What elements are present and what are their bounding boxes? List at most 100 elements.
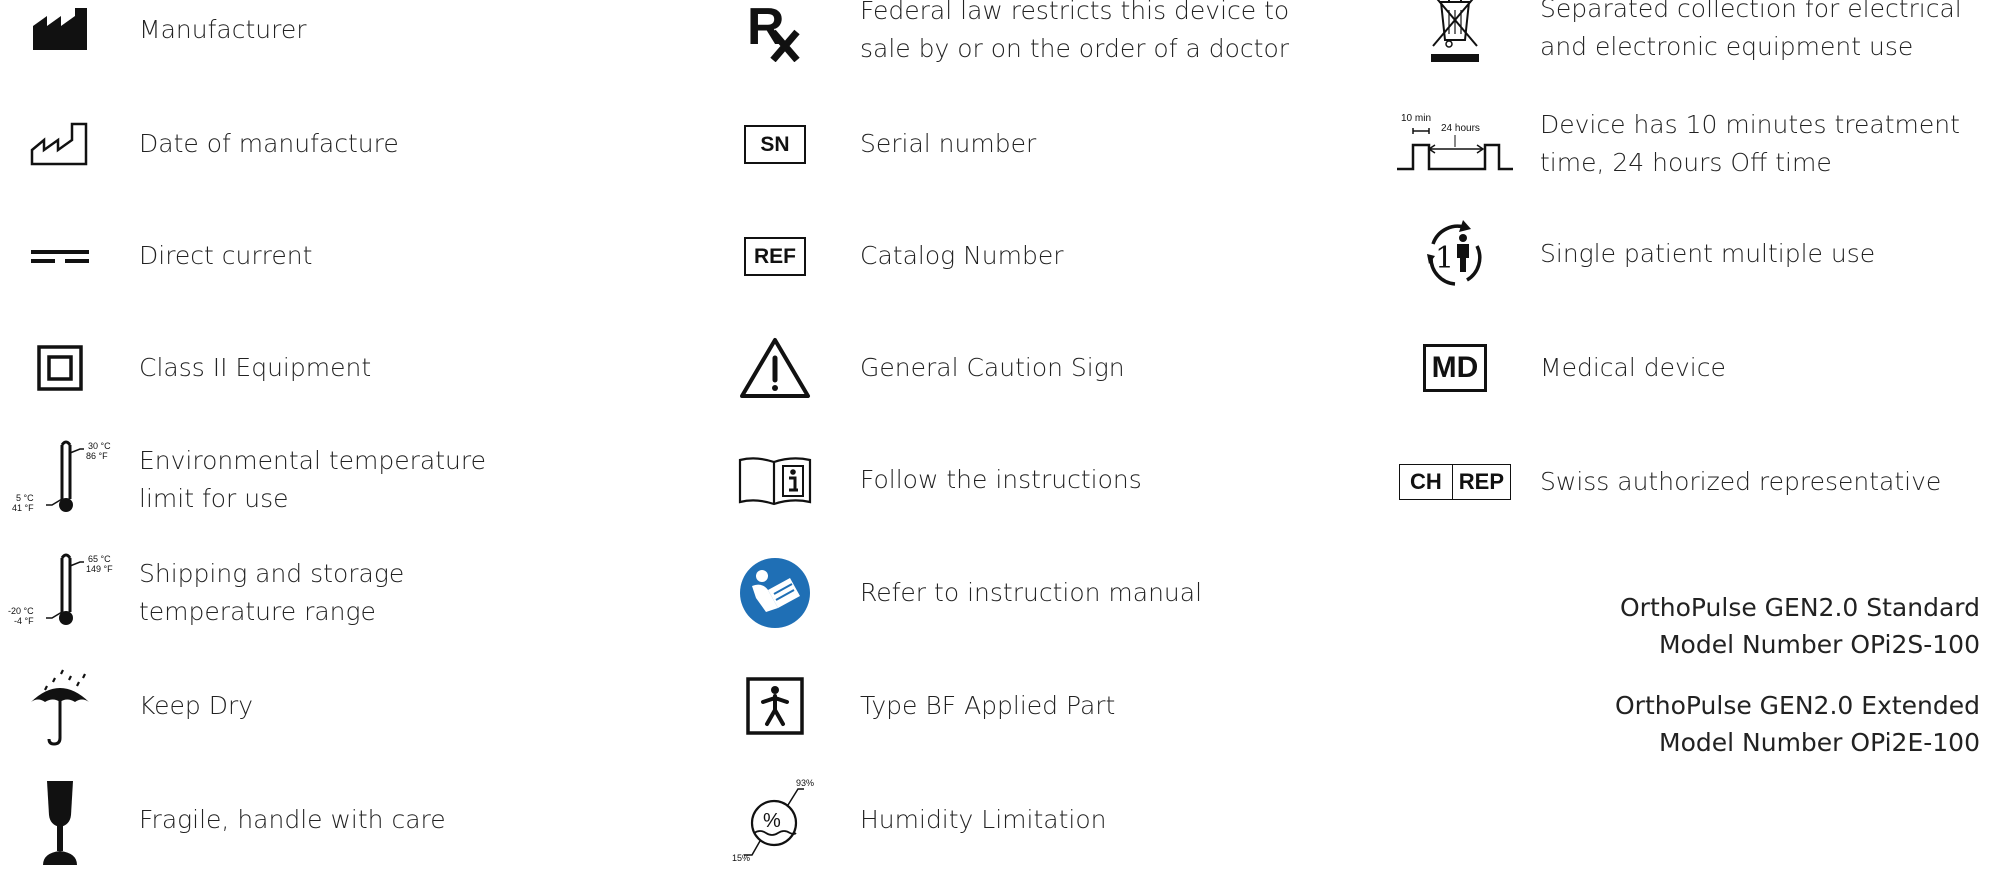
catalog-number-icon: REF [715,206,835,306]
temp-high-c: 65 °C [88,554,111,564]
umbrella-icon [0,656,120,756]
temp-low-f: 41 °F [12,503,34,513]
label-line: Shipping and storage [139,559,405,588]
symbol-label: Medical device [1540,353,1726,382]
manufacturer-icon [0,0,120,80]
symbol-label: Separated collection for electrical and … [1540,0,1962,66]
time-on-label: 10 min [1401,113,1431,124]
symbol-row: SN Serial number [715,94,1375,194]
label-line: Federal law restricts this device to [860,0,1290,25]
symbol-row: 10 min 24 hours Device has 10 minutes tr… [1390,94,2002,194]
symbol-column-3: Separated collection for electrical and … [1390,0,2002,861]
symbol-row: Class II Equipment [0,318,700,418]
symbol-row: Direct current [0,206,700,306]
label-line: Environmental temperature [139,446,486,475]
temp-low-c: 5 °C [16,493,34,503]
swiss-rep-symbol: CH REP [1398,464,1512,500]
symbol-row: Follow the instructions [715,430,1375,530]
symbol-label: Catalog Number [860,241,1064,270]
symbol-label: Type BF Applied Part [860,691,1116,720]
symbol-row: 30 °C 86 °F 5 °C 41 °F Environmental tem… [0,430,700,530]
symbol-label: Device has 10 minutes treatment time, 24… [1540,106,1960,182]
single-patient-icon: 1 [1390,204,1520,304]
label-line: and electronic equipment use [1540,32,1914,61]
symbol-label: Environmental temperature limit for use [139,442,486,518]
symbol-label: Humidity Limitation [860,805,1107,834]
rx-symbol-text: R [747,0,785,56]
symbol-label: Date of manufacture [139,129,399,158]
symbol-label: Serial number [860,129,1037,158]
fragile-glass-icon [0,770,120,870]
model-number: Model Number OPi2E-100 [1659,728,1980,757]
temp-high-c: 30 °C [88,441,111,451]
thermometer-icon: 30 °C 86 °F 5 °C 41 °F [0,430,130,530]
symbol-label: Class II Equipment [139,353,372,382]
symbol-row: Fragile, handle with care [0,770,700,870]
symbol-row: R Federal law restricts this device to s… [715,0,1375,80]
treatment-time-icon: 10 min 24 hours [1390,94,1520,194]
temp-high-f: 149 °F [86,564,113,574]
symbol-row: % 93% 15% Humidity Limitation [715,770,1375,870]
temp-low-f: -4 °F [14,616,34,626]
instructions-book-icon [715,430,835,530]
model-name: OrthoPulse GEN2.0 Extended [1615,691,1980,720]
label-line: limit for use [139,484,289,513]
symbol-row: MD Medical device [1390,318,2002,418]
label-line: sale by or on the order of a doctor [860,34,1290,63]
symbol-label: Manufacturer [139,15,307,44]
medical-device-symbol: MD [1422,344,1488,392]
medical-device-icon: MD [1390,318,1520,418]
thermometer-icon: 65 °C 149 °F -20 °C -4 °F [0,543,130,643]
svg-text:%: % [763,810,781,832]
symbol-row: 1 Single patient multiple use [1390,204,2002,304]
label-line: Device has 10 minutes treatment [1540,110,1960,139]
symbol-row: Type BF Applied Part [715,656,1375,756]
symbol-row: General Caution Sign [715,318,1375,418]
symbol-label: Fragile, handle with care [139,805,446,834]
symbol-label: Single patient multiple use [1540,239,1876,268]
serial-number-icon: SN [715,94,835,194]
symbol-label: Refer to instruction manual [860,578,1203,607]
temp-low-c: -20 °C [8,606,34,616]
label-line: time, 24 hours Off time [1540,148,1832,177]
serial-number-symbol: SN [744,124,806,164]
time-off-label: 24 hours [1441,123,1480,134]
temp-high-f: 86 °F [86,451,108,461]
symbol-row: REF Catalog Number [715,206,1375,306]
swiss-rep-rep: REP [1458,469,1505,494]
model-number: Model Number OPi2S-100 [1658,630,1980,659]
rx-icon: R [715,0,835,80]
label-line: temperature range [139,597,376,626]
model-info: OrthoPulse GEN2.0 Standard Model Number … [1620,589,1980,663]
direct-current-icon [0,206,120,306]
symbol-label: Shipping and storage temperature range [139,555,404,631]
symbol-label: General Caution Sign [860,353,1125,382]
symbol-row: Manufacturer [0,0,700,80]
symbol-label: Federal law restricts this device to sal… [860,0,1289,68]
date-of-manufacture-icon [0,94,120,194]
symbol-label: Keep Dry [139,691,254,720]
symbol-label: Follow the instructions [860,465,1142,494]
single-patient-number: 1 [1435,241,1454,276]
humidity-high: 93% [796,778,814,788]
model-info: OrthoPulse GEN2.0 Extended Model Number … [1615,687,1980,761]
symbol-label: Swiss authorized representative [1540,467,1942,496]
symbol-row: CH REP Swiss authorized representative [1390,432,2002,532]
symbol-row: Keep Dry [0,656,700,756]
catalog-number-symbol: REF [744,236,806,276]
symbol-label: Direct current [139,241,313,270]
humidity-low: 15% [732,853,750,863]
symbol-row: Date of manufacture [0,94,700,194]
type-bf-icon [715,656,835,756]
symbol-row: 65 °C 149 °F -20 °C -4 °F Shipping and s… [0,543,700,643]
symbol-row: Refer to instruction manual [715,543,1375,643]
symbol-column-2: R Federal law restricts this device to s… [715,0,1375,863]
swiss-rep-icon: CH REP [1390,432,1520,532]
model-name: OrthoPulse GEN2.0 Standard [1620,593,1980,622]
humidity-icon: % 93% 15% [715,770,835,870]
caution-icon [715,318,835,418]
crossed-bin-icon [1390,0,1520,78]
symbol-column-1: Manufacturer Date of manufacture Direct … [0,0,700,865]
symbol-row: Separated collection for electrical and … [1390,0,2002,78]
class-ii-equipment-icon [0,318,120,418]
